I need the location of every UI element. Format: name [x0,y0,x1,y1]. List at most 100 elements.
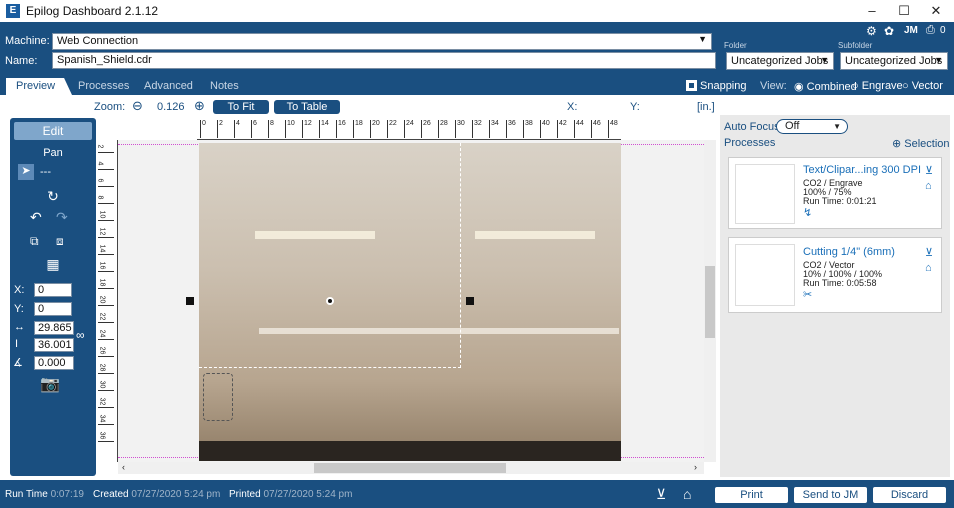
ungroup-icon[interactable]: ⧈ [56,234,64,249]
ruler-tick [98,305,114,306]
ruler-tick [540,120,541,138]
ruler-tick [234,120,235,138]
run-time-value: 0:07:19 [50,489,84,500]
tab-advanced[interactable]: Advanced [134,78,202,95]
ruler-label: 10 [287,120,295,127]
tab-preview[interactable]: Preview [6,78,72,95]
ruler-tick [98,373,114,374]
zoom-out-icon[interactable]: ⊖ [132,98,143,114]
ruler-label: 40 [542,120,550,127]
folder-icon[interactable]: ⌂ [925,180,932,192]
tab-processes[interactable]: Processes [68,78,136,95]
horizontal-scrollbar[interactable]: ‹ › [118,462,704,474]
ruler-tick [98,288,114,289]
send-to-jm-button[interactable]: Send to JM [794,487,867,503]
minimize-button[interactable]: – [858,2,886,20]
import-icon[interactable]: ⊻ [656,486,666,503]
angle-field[interactable]: 0.000 [34,356,74,370]
globe-icon[interactable]: ✿ [884,24,894,38]
import-icon[interactable]: ⊻ [925,246,933,259]
gear-icon[interactable]: ⚙ [866,24,877,38]
ruler-label: 6 [253,120,257,127]
ruler-label: 26 [423,120,431,127]
scroll-right-icon[interactable]: › [694,462,697,472]
ruler-label: 32 [474,120,482,127]
add-icon: ⊕ [892,138,905,150]
horizontal-scroll-thumb[interactable] [314,463,506,473]
x-position-field[interactable]: 0 [34,283,72,297]
ruler-tick [217,120,218,138]
ruler-tick [98,271,114,272]
maximize-button[interactable]: ☐ [890,2,918,20]
ruler-label: 34 [491,120,499,127]
height-field[interactable]: 36.001 [34,338,74,352]
folder-select[interactable]: Uncategorized Jobs ▼ [726,52,834,70]
laser-bed-preview[interactable] [199,143,621,461]
selection-handle[interactable] [186,297,194,305]
zoom-in-icon[interactable]: ⊕ [194,98,205,114]
user-initials[interactable]: JM [904,25,918,36]
ruler-label: 46 [593,120,601,127]
print-button[interactable]: Print [715,487,788,503]
ruler-tick [421,120,422,138]
tab-notes[interactable]: Notes [200,78,250,95]
folder-icon[interactable]: ⌂ [925,262,932,274]
scroll-left-icon[interactable]: ‹ [122,462,125,472]
group-icon[interactable]: ⧉ [30,234,39,249]
ruler-label: 16 [338,120,346,127]
y-label: Y: [14,303,24,315]
view-engrave-radio[interactable]: ○ Engrave [852,80,903,92]
close-button[interactable]: ✕ [922,2,950,20]
ruler-label: 26 [98,346,106,355]
view-combined-radio[interactable]: ◉ Combined [794,80,857,93]
ruler-label: 4 [236,120,240,127]
ruler-tick [370,120,371,138]
job-name-field[interactable]: Spanish_Shield.cdr [52,52,716,69]
vertical-scroll-thumb[interactable] [705,266,715,338]
created-label: Created [93,489,129,500]
ruler-tick [98,203,114,204]
lock-ratio-icon[interactable]: ∞ [76,328,85,342]
snapping-checkbox[interactable] [686,80,697,91]
vertical-ruler: 2 4 6 8 10 12 14 16 18 20 22 24 26 28 30 32 34 36 [96,140,118,462]
ruler-tick [387,120,388,138]
subfolder-select[interactable]: Uncategorized Jobs ▼ [840,52,948,70]
edit-button[interactable]: Edit [14,122,92,140]
redo-icon: ↷ [56,209,68,225]
pointer-icon[interactable]: ➤ [18,164,34,180]
to-fit-button[interactable]: To Fit [213,100,269,114]
process-card-engrave[interactable]: Text/Clipar...ing 300 DPI CO2 / Engrave … [728,157,942,229]
discard-button[interactable]: Discard [873,487,946,503]
ruler-tick [506,120,507,138]
ruler-tick [200,120,201,138]
process-card-vector[interactable]: Cutting 1/4" (6mm) CO2 / Vector 10% / 10… [728,237,942,313]
folder-icon[interactable]: ⌂ [683,486,691,502]
selection-handle[interactable] [466,297,474,305]
ruler-label: 8 [270,120,274,127]
processes-panel: Auto Focus Off ▼ Processes ⊕ Selection T… [720,115,950,477]
created: Created 07/27/2020 5:24 pm [93,489,220,500]
status-bar: Run Time 0:07:19 Created 07/27/2020 5:24… [0,480,954,508]
ruler-label: 4 [96,161,104,166]
y-position-field[interactable]: 0 [34,302,72,316]
shield-artwork[interactable] [203,373,233,421]
rotate-icon[interactable]: ↻ [10,188,96,205]
selection-center-handle[interactable] [326,297,334,305]
to-table-button[interactable]: To Table [274,100,340,114]
grid-icon[interactable]: ▦ [10,256,96,273]
machine-select[interactable]: Web Connection ▼ [52,33,712,50]
artwork-bounding-box[interactable] [199,143,461,368]
import-icon[interactable]: ⊻ [925,164,933,177]
autofocus-select[interactable]: Off ▼ [776,119,848,134]
add-selection-button[interactable]: ⊕ Selection [892,137,950,150]
printed-value: 07/27/2020 5:24 pm [263,489,353,500]
camera-icon[interactable]: 📷 [40,374,60,394]
view-vector-radio[interactable]: ○ Vector [902,80,943,92]
ruler-label: 22 [389,120,397,127]
width-field[interactable]: 29.865 [34,321,74,335]
printer-icon[interactable]: ⎙ [926,24,935,37]
autofocus-label: Auto Focus [724,121,780,133]
ruler-tick [319,120,320,138]
undo-icon[interactable]: ↶ [30,209,42,226]
vertical-scrollbar[interactable] [704,140,716,462]
